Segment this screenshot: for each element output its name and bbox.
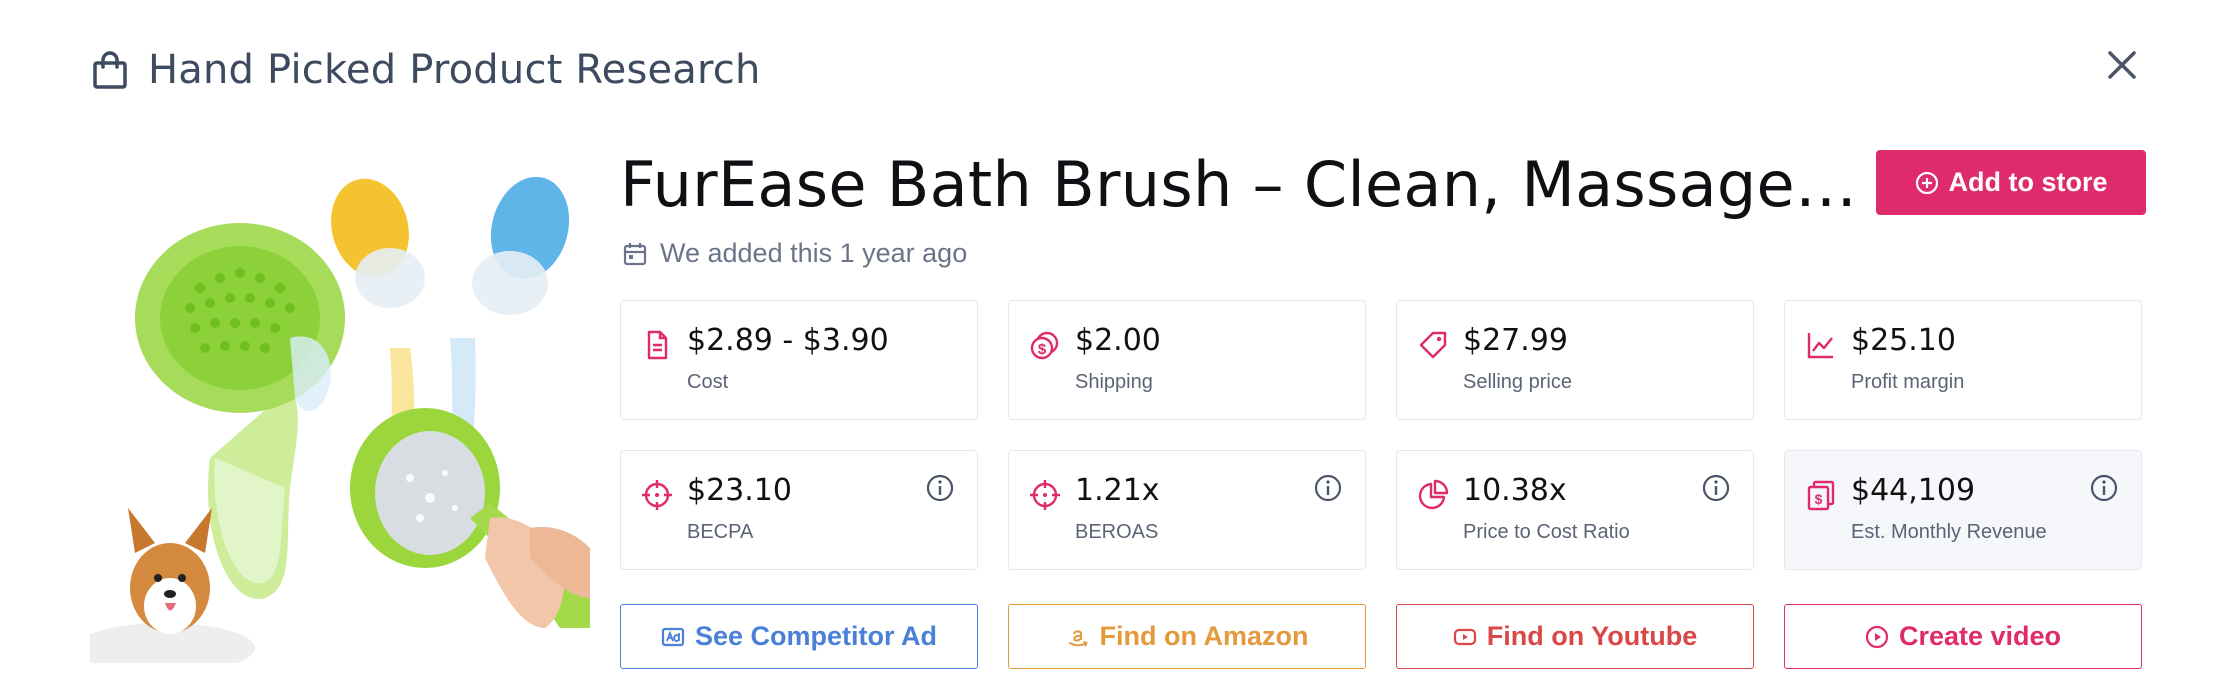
metric-label: Cost [687,371,729,393]
info-icon[interactable] [2089,473,2119,503]
chart-line-icon [1807,333,1833,359]
shopping-bag-icon [93,51,127,89]
crosshair-icon [1030,480,1060,510]
metric-card-becpa: $23.10 BECPA [620,450,978,570]
play-circle-icon [1865,625,1889,648]
metric-card-shipping: $ $2.00 Shipping [1008,300,1366,420]
add-to-store-button[interactable]: Add to store [1876,150,2146,215]
info-icon[interactable] [1701,473,1731,503]
metric-card-beroas: 1.21x BEROAS [1008,450,1366,570]
see-competitor-ad-button[interactable]: See Competitor Ad [620,604,978,669]
hand-brush-illustration [350,408,590,628]
metric-label: Est. Monthly Revenue [1851,521,2047,543]
modal-title: Hand Picked Product Research [148,47,761,93]
youtube-icon [1453,628,1476,645]
metric-label: Selling price [1463,371,1572,393]
info-icon[interactable] [1313,473,1343,503]
svg-text:$: $ [1815,491,1823,507]
add-to-store-label: Add to store [1948,167,2108,197]
modal-header: Hand Picked Product Research [92,40,2142,100]
metric-label: Profit margin [1851,371,1965,393]
metric-label: Shipping [1075,371,1153,393]
svg-text:$: $ [1038,341,1047,358]
metric-label: Price to Cost Ratio [1463,521,1630,543]
tag-icon [1419,331,1447,359]
create-video-button[interactable]: Create video [1784,604,2142,669]
metric-value: $2.00 [1075,323,1161,358]
coins-icon: $ [1030,331,1059,360]
metric-card-cost: $2.89 - $3.90 Cost [620,300,978,420]
see-competitor-ad-label: See Competitor Ad [694,621,938,651]
metric-card-profit-margin: $25.10 Profit margin [1784,300,2142,420]
plus-circle-icon [1915,171,1938,194]
find-on-youtube-label: Find on Youtube [1486,621,1698,651]
metric-card-selling-price: $27.99 Selling price [1396,300,1754,420]
find-on-youtube-button[interactable]: Find on Youtube [1396,604,1754,669]
metric-label: BEROAS [1075,521,1159,543]
added-date: We added this 1 year ago [622,238,967,269]
find-on-amazon-button[interactable]: Find on Amazon [1008,604,1366,669]
metric-value: 1.21x [1075,473,1160,508]
metric-value: $23.10 [687,473,792,508]
pie-chart-icon [1418,479,1449,510]
document-icon [647,330,668,360]
metric-value: $25.10 [1851,323,1956,358]
money-icon: $ [1807,480,1835,511]
green-brush-illustration [135,223,345,599]
metric-value: $27.99 [1463,323,1568,358]
metric-label: BECPA [687,521,754,543]
create-video-label: Create video [1898,621,2062,651]
metric-value: $44,109 [1851,473,1976,508]
metric-card-price-cost-ratio: 10.38x Price to Cost Ratio [1396,450,1754,570]
added-date-text: We added this 1 year ago [660,238,968,268]
product-title: FurEase Bath Brush – Clean, Massage… [620,148,1858,221]
ad-icon [661,627,685,646]
metric-value: $2.89 - $3.90 [687,323,889,358]
amazon-icon [1068,629,1088,646]
metric-value: 10.38x [1463,473,1567,508]
metric-card-monthly-revenue: $ $44,109 Est. Monthly Revenue [1784,450,2142,570]
find-on-amazon-label: Find on Amazon [1099,621,1309,651]
product-image [90,158,590,663]
calendar-icon [623,242,647,265]
crosshair-icon [642,480,672,510]
info-icon[interactable] [925,473,955,503]
close-icon[interactable] [2102,45,2142,85]
